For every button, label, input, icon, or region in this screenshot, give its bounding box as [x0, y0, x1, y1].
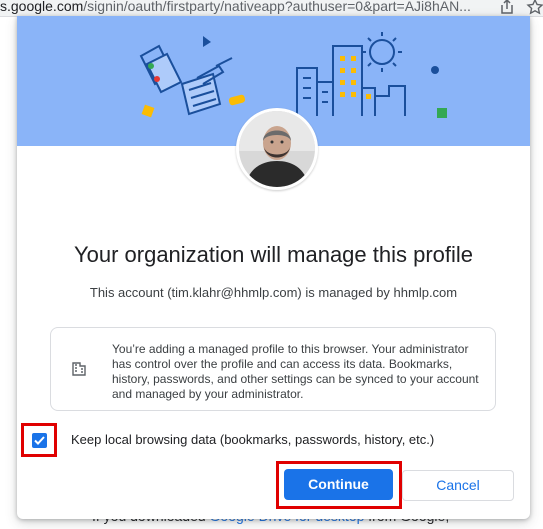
continue-button[interactable]: Continue: [284, 469, 393, 500]
keep-local-data-checkbox[interactable]: [32, 433, 47, 448]
managed-info-text: You’re adding a managed profile to this …: [112, 342, 479, 401]
account-avatar: [236, 108, 318, 190]
url-path: /signin/oauth/firstparty/nativeapp?authu…: [83, 0, 471, 14]
keep-local-data-row: Keep local browsing data (bookmarks, pas…: [17, 423, 530, 457]
dialog-subtitle: This account (tim.klahr@hhmlp.com) is ma…: [89, 285, 458, 300]
url-text[interactable]: s.google.com/signin/oauth/firstparty/nat…: [0, 0, 495, 14]
bookmark-star-icon[interactable]: [526, 0, 543, 16]
url-host: s.google.com: [0, 0, 84, 14]
address-bar[interactable]: s.google.com/signin/oauth/firstparty/nat…: [0, 0, 543, 17]
share-icon[interactable]: [498, 0, 516, 16]
managed-info-box: You’re adding a managed profile to this …: [50, 327, 496, 411]
avatar-photo: [239, 111, 315, 187]
building-icon: [71, 361, 87, 377]
managed-profile-dialog: Your organization will manage this profi…: [17, 16, 530, 519]
keep-local-data-label[interactable]: Keep local browsing data (bookmarks, pas…: [71, 432, 434, 447]
checkmark-icon: [34, 436, 45, 445]
dialog-title: Your organization will manage this profi…: [73, 242, 474, 267]
cancel-button[interactable]: Cancel: [402, 470, 514, 501]
